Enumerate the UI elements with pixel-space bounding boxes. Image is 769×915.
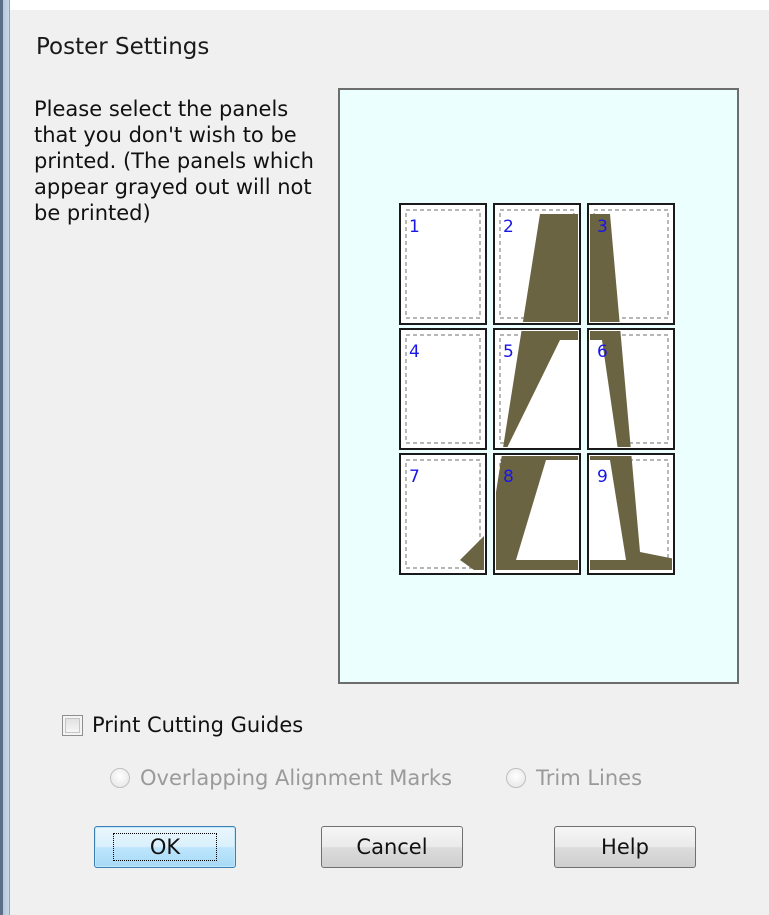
ok-button[interactable]: OK [94,826,236,868]
instructions-text: Please select the panels that you don't … [34,97,314,225]
panel-4-number: 4 [409,342,420,362]
overlapping-alignment-marks-radio[interactable] [110,768,130,788]
print-cutting-guides-checkbox[interactable] [62,714,83,736]
panel-9-number: 9 [597,467,608,487]
panel-1-number: 1 [409,217,420,237]
title-bar[interactable]: Poster Settings [10,10,769,72]
panel-7-number: 7 [409,467,420,487]
overlapping-alignment-marks-option[interactable]: Overlapping Alignment Marks [110,765,452,791]
trim-lines-option[interactable]: Trim Lines [506,765,642,791]
window-frame-left [0,0,10,915]
panel-5-number: 5 [503,342,514,362]
print-cutting-guides-label[interactable]: Print Cutting Guides [92,713,303,737]
panel-8-number: 8 [503,467,514,487]
panel-6-number: 6 [597,342,608,362]
ok-button-label: OK [112,833,218,861]
help-button[interactable]: Help [554,826,696,868]
overlapping-alignment-marks-label[interactable]: Overlapping Alignment Marks [140,766,452,790]
cancel-button[interactable]: Cancel [321,826,463,868]
print-cutting-guides-option[interactable]: Print Cutting Guides [62,712,303,738]
poster-preview: 1 2 3 4 5 6 7 8 9 [338,88,739,684]
cancel-button-label: Cancel [356,835,428,859]
poster-settings-dialog: Poster Settings Please select the panels… [0,0,769,915]
panel-3-number: 3 [597,217,608,237]
dialog-title: Poster Settings [36,34,210,60]
trim-lines-radio[interactable] [506,768,526,788]
dialog-body: Please select the panels that you don't … [10,72,769,915]
panel-2-number: 2 [503,217,514,237]
trim-lines-label[interactable]: Trim Lines [536,766,642,790]
help-button-label: Help [601,835,649,859]
poster-preview-canvas: 1 2 3 4 5 6 7 8 9 [399,203,675,575]
